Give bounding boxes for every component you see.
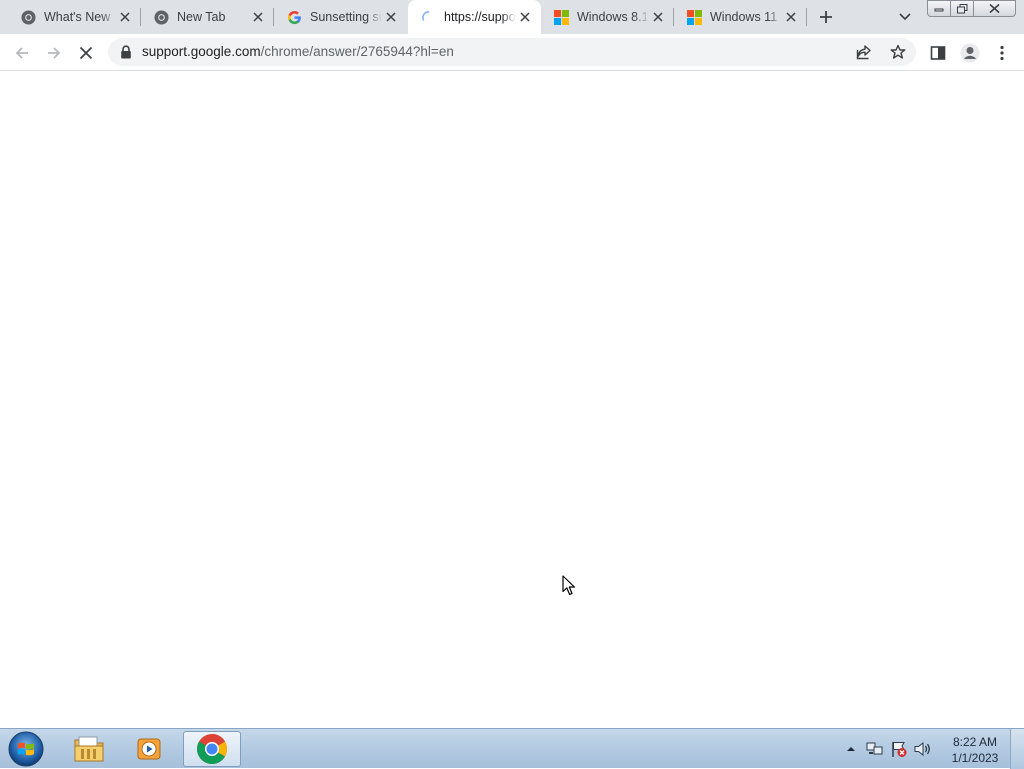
side-panel-button[interactable] [924,39,952,67]
back-button[interactable] [8,39,36,67]
plus-icon [820,11,832,23]
avatar-icon [960,43,980,63]
stop-button[interactable] [72,39,100,67]
taskbar-chrome[interactable] [183,731,241,767]
chrome-menu-button[interactable] [988,39,1016,67]
tab-title: New Tab [177,10,226,24]
close-icon[interactable] [383,9,399,25]
show-hidden-icons-button[interactable] [842,740,860,758]
profile-button[interactable] [956,39,984,67]
chrome-icon [20,9,36,25]
address-bar[interactable]: support.google.com/chrome/answer/2765944… [108,38,916,66]
url-text: support.google.com/chrome/answer/2765944… [142,44,454,59]
loading-spinner-icon [420,9,436,25]
windows-explorer-icon [74,736,104,762]
clock-time: 8:22 AM [952,735,998,749]
close-icon[interactable] [117,9,133,25]
chrome-icon [153,9,169,25]
tab-title: What's New [44,10,111,24]
tab-strip: What's New New Tab Sunsetting support [0,0,1024,34]
tab-title: Windows 8.1 [577,10,649,24]
close-icon[interactable] [517,9,533,25]
close-icon[interactable] [250,9,266,25]
clock-date: 1/1/2023 [951,751,999,765]
tab-title: Windows 11 [710,10,778,24]
mouse-cursor-icon [562,575,575,595]
action-center-flag-icon[interactable] [890,740,908,758]
close-icon[interactable] [650,9,666,25]
close-window-button[interactable] [974,0,1016,17]
chevron-up-icon [847,747,855,751]
volume-icon[interactable] [914,740,932,758]
windows-start-orb-icon [8,731,44,767]
window-caption-buttons [927,0,1016,17]
media-player-icon [137,738,161,760]
tab-windows-8-1[interactable]: Windows 8.1 [541,0,674,34]
tab-title: https://support.google.com [444,10,516,24]
windows-logo-icon [686,9,702,25]
stop-x-icon [79,46,93,60]
close-icon[interactable] [783,9,799,25]
side-panel-icon [930,46,946,60]
restore-button[interactable] [951,0,974,17]
tab-support-google-active[interactable]: https://support.google.com [408,0,541,34]
restore-icon [956,3,967,13]
tab-windows-11[interactable]: Windows 11 [674,0,807,34]
close-icon [989,4,1000,13]
tab-sunsetting[interactable]: Sunsetting support [274,0,407,34]
forward-arrow-icon [48,47,61,59]
url-host: support.google.com [142,44,261,59]
url-path: /chrome/answer/2765944?hl=en [260,44,454,59]
google-g-icon [286,9,302,25]
system-tray: 8:22 AM 1/1/2023 [840,729,1024,769]
show-desktop-button[interactable] [1010,729,1024,769]
browser-toolbar: support.google.com/chrome/answer/2765944… [0,34,1024,71]
tab-title: Sunsetting support [310,10,382,24]
back-arrow-icon [15,47,28,59]
clock[interactable]: 8:22 AM 1/1/2023 [940,734,1010,766]
tab-search-button[interactable] [893,5,917,29]
windows-taskbar: 8:22 AM 1/1/2023 [0,728,1024,769]
tab-separator [806,8,807,26]
minimize-button[interactable] [927,0,951,17]
network-icon[interactable] [866,740,884,758]
taskbar-media-player[interactable] [120,731,178,767]
lock-icon[interactable] [120,45,132,59]
bookmark-star-icon[interactable] [888,42,908,62]
chrome-icon [197,734,228,764]
share-icon[interactable] [854,42,874,62]
windows-logo-icon [553,9,569,25]
minimize-icon [934,8,944,11]
forward-button[interactable] [40,39,68,67]
page-content-loading[interactable] [0,71,1024,728]
tab-whats-new[interactable]: What's New [8,0,141,34]
kebab-menu-icon [1000,45,1004,61]
tab-new-tab[interactable]: New Tab [141,0,274,34]
new-tab-button[interactable] [814,5,838,29]
start-button[interactable] [6,730,46,768]
chevron-down-icon [899,13,911,21]
taskbar-windows-explorer[interactable] [60,731,118,767]
